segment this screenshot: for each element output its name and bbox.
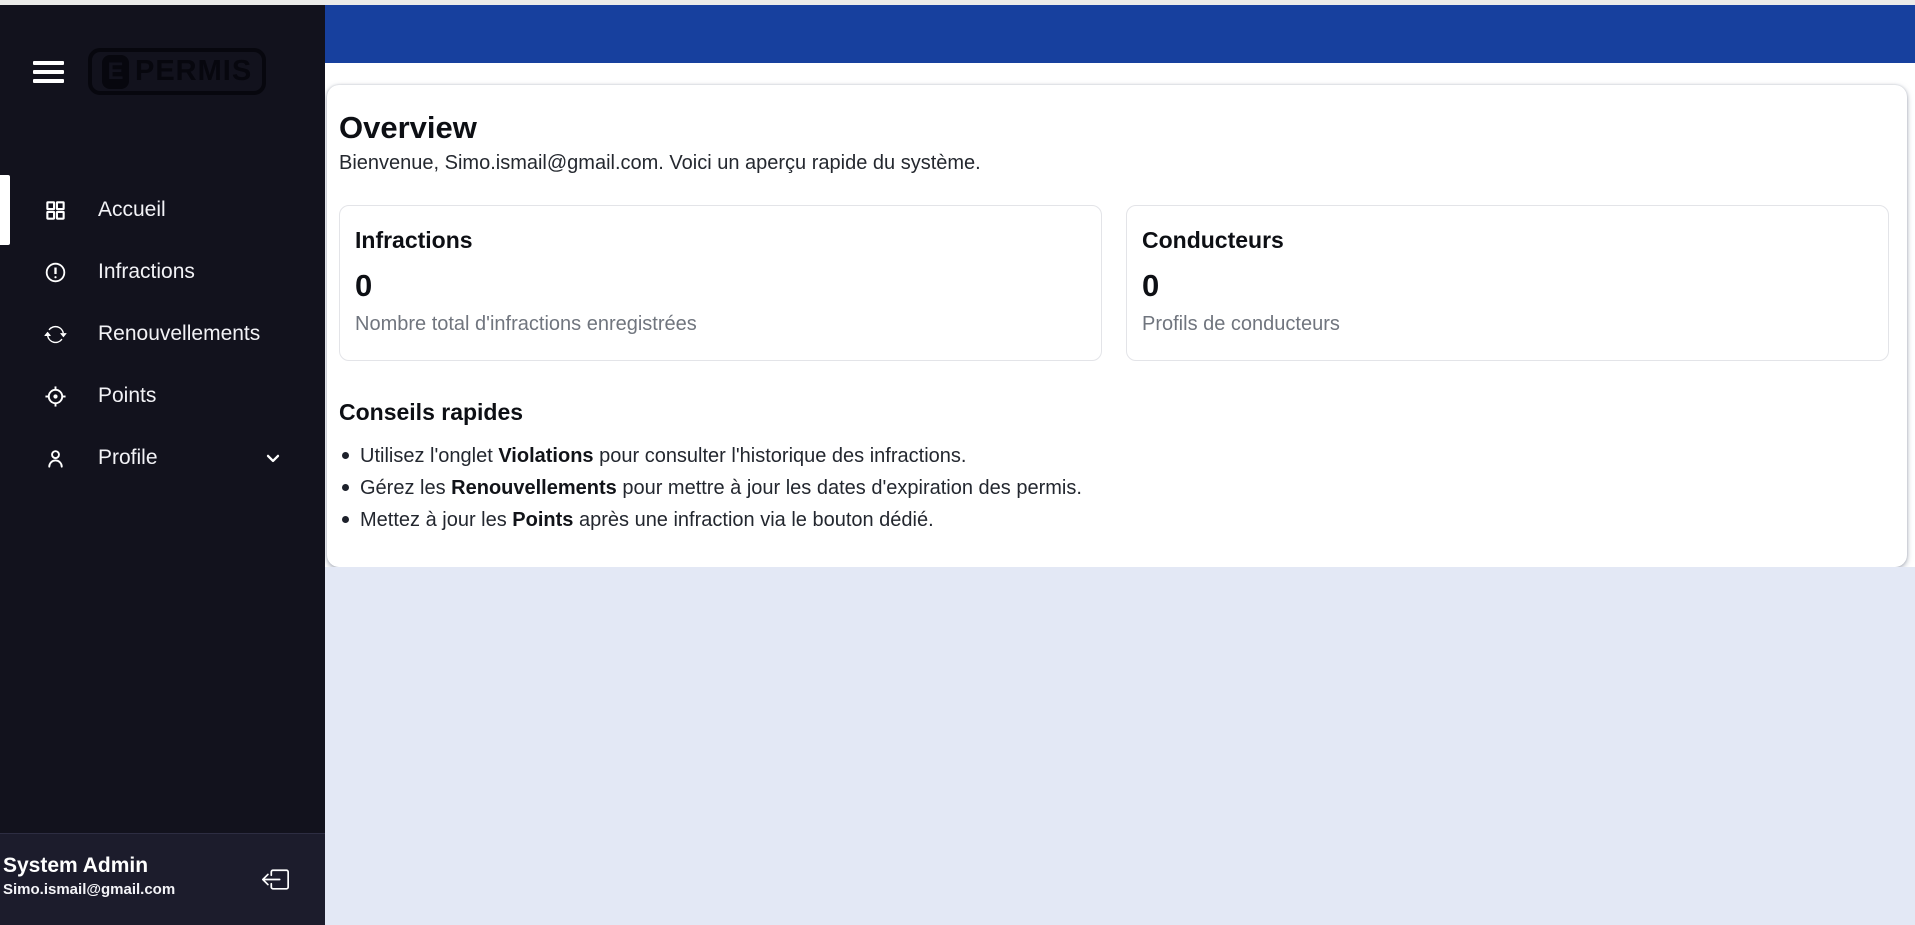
logo-badge-icon: E <box>102 54 129 89</box>
logout-icon <box>262 866 289 893</box>
sidebar-item-label: Infractions <box>98 260 195 283</box>
stat-title: Infractions <box>355 227 473 254</box>
welcome-text: Bienvenue, Simo.ismail@gmail.com. Voici … <box>339 152 981 175</box>
stat-card-conducteurs: Conducteurs 0 Profils de conducteurs <box>1126 205 1889 362</box>
logo-text: PERMIS <box>135 55 253 87</box>
sidebar-item-points[interactable]: Points <box>0 371 325 421</box>
top-bar <box>325 5 1915 63</box>
overview-card: Overview Bienvenue, Simo.ismail@gmail.co… <box>327 85 1907 568</box>
sidebar-item-label: Accueil <box>98 198 166 221</box>
app-logo: E PERMIS <box>88 48 267 95</box>
list-item: Gérez les Renouvellements pour mettre à … <box>339 478 1889 498</box>
tip-text: Utilisez l'onglet Violations pour consul… <box>360 445 967 468</box>
tip-text: Mettez à jour les Points après une infra… <box>360 509 934 532</box>
stat-value: 0 <box>355 268 373 304</box>
stat-card-infractions: Infractions 0 Nombre total d'infractions… <box>339 205 1102 362</box>
sidebar-item-label: Profile <box>98 446 158 469</box>
refresh-icon <box>44 323 67 346</box>
list-item: Mettez à jour les Points après une infra… <box>339 510 1889 530</box>
content-area: Overview Bienvenue, Simo.ismail@gmail.co… <box>325 63 1915 568</box>
stat-description: Nombre total d'infractions enregistrées <box>355 313 697 336</box>
sidebar-item-infractions[interactable]: Infractions <box>0 247 325 297</box>
bullet-dot <box>342 452 349 460</box>
stat-description: Profils de conducteurs <box>1142 313 1340 336</box>
tip-text: Gérez les Renouvellements pour mettre à … <box>360 477 1082 500</box>
stat-title: Conducteurs <box>1142 227 1284 254</box>
stats-row: Infractions 0 Nombre total d'infractions… <box>339 205 1889 362</box>
sidebar-item-renouvellements[interactable]: Renouvellements <box>0 309 325 359</box>
alert-circle-icon <box>44 261 67 284</box>
sidebar-item-label: Points <box>98 384 157 407</box>
grid-icon <box>44 199 67 222</box>
hamburger-menu-icon[interactable] <box>33 60 64 83</box>
active-indicator <box>0 175 10 245</box>
stat-value: 0 <box>1142 268 1160 304</box>
bullet-dot <box>342 484 349 492</box>
bullet-dot <box>342 516 349 524</box>
tips-list: Utilisez l'onglet Violations pour consul… <box>339 446 1889 530</box>
logout-button[interactable] <box>262 866 289 893</box>
list-item: Utilisez l'onglet Violations pour consul… <box>339 446 1889 466</box>
page-title: Overview <box>339 110 477 145</box>
sidebar-item-label: Renouvellements <box>98 322 261 345</box>
main-area: Overview Bienvenue, Simo.ismail@gmail.co… <box>325 5 1915 925</box>
sidebar-footer: System Admin Simo.ismail@gmail.com <box>0 833 325 925</box>
page-background <box>325 567 1915 925</box>
chevron-down-icon <box>263 448 283 468</box>
sidebar-header: E PERMIS <box>0 5 325 95</box>
app-layout: E PERMIS Accueil Infractions Renouvellem… <box>0 5 1915 925</box>
sidebar: E PERMIS Accueil Infractions Renouvellem… <box>0 5 325 925</box>
sidebar-item-profile[interactable]: Profile <box>0 433 325 483</box>
sidebar-nav: Accueil Infractions Renouvellements Poin… <box>0 175 325 483</box>
tips-title: Conseils rapides <box>339 399 524 426</box>
crosshair-icon <box>44 385 67 408</box>
person-icon <box>44 447 67 470</box>
sidebar-item-accueil[interactable]: Accueil <box>0 175 325 245</box>
tips-section: Conseils rapides Utilisez l'onglet Viola… <box>339 399 1889 530</box>
